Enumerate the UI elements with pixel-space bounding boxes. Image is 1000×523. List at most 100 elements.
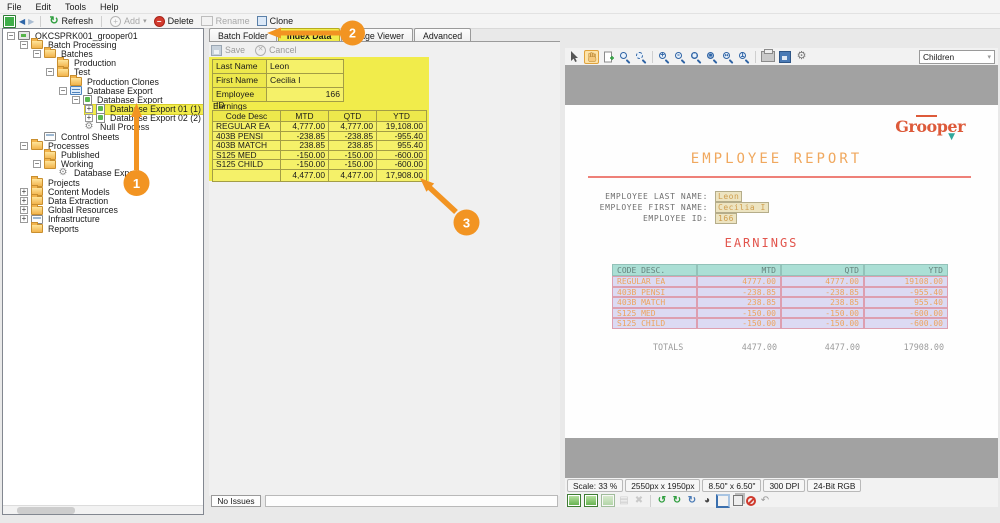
expander-icon[interactable]: [7, 31, 15, 40]
image-tool-button[interactable]: [584, 494, 598, 507]
zoom-selection-button[interactable]: □: [689, 50, 703, 64]
rotate-ccw-button[interactable]: ↺: [656, 495, 668, 506]
expander-icon[interactable]: [20, 196, 28, 205]
cell[interactable]: -600.00: [377, 150, 426, 161]
pointer-tool-button[interactable]: [567, 50, 582, 64]
horizontal-scrollbar[interactable]: [3, 505, 203, 514]
cell[interactable]: -150.00: [281, 160, 329, 170]
menu-help[interactable]: Help: [93, 2, 126, 12]
viewer-canvas[interactable]: Grooper ▼ EMPLOYEE REPORT EMPLOYEE LAST N…: [565, 65, 998, 478]
column-header[interactable]: Code Desc: [213, 111, 281, 122]
menu-tools[interactable]: Tools: [58, 2, 93, 12]
scrollbar-thumb[interactable]: [17, 507, 75, 514]
tab-index-data[interactable]: Index Data: [277, 28, 341, 42]
expander-icon[interactable]: [46, 68, 54, 77]
copy-page-button[interactable]: [733, 495, 743, 506]
expander-icon[interactable]: [20, 215, 28, 224]
clone-button[interactable]: Clone: [255, 14, 296, 26]
view-mode-select[interactable]: Children ▾: [919, 50, 995, 64]
zoom-page-button[interactable]: [618, 50, 632, 64]
tree-node-batch-processing[interactable]: Batch Processing: [5, 38, 203, 50]
tree-node-global-resources[interactable]: Global Resources: [5, 203, 203, 215]
tree-node-processes[interactable]: Processes: [5, 139, 203, 151]
image-tool-button[interactable]: [567, 494, 581, 507]
refresh-button[interactable]: ↻ Refresh: [47, 14, 95, 27]
expander-icon[interactable]: [20, 40, 28, 49]
menu-file[interactable]: File: [0, 2, 29, 12]
refresh-image-button[interactable]: ↻: [686, 495, 698, 506]
print-button[interactable]: [760, 49, 775, 64]
cell[interactable]: -238.85: [281, 131, 329, 142]
doc-cell: -150.00: [781, 307, 864, 319]
delete-button[interactable]: − Delete: [152, 15, 196, 27]
back-icon[interactable]: ◀: [19, 16, 25, 27]
first-name-field[interactable]: Cecilia I: [267, 74, 343, 88]
crop-button[interactable]: [716, 493, 730, 508]
refresh-icon: ↻: [49, 14, 59, 27]
app-icon[interactable]: [3, 14, 16, 28]
tab-advanced[interactable]: Advanced: [414, 28, 472, 42]
zoom-in-button[interactable]: +: [657, 50, 671, 64]
zoom-out-button[interactable]: -: [673, 50, 687, 64]
cell[interactable]: -600.00: [377, 160, 426, 170]
expander-icon[interactable]: [20, 206, 28, 215]
expander-icon[interactable]: [33, 49, 41, 58]
cell[interactable]: 4,777.00: [329, 122, 377, 132]
delete-page-button[interactable]: ✖: [633, 495, 645, 506]
tree-node-database-export-02[interactable]: Database Export 02 (2): [5, 113, 203, 124]
expander-icon[interactable]: [20, 187, 28, 196]
cell[interactable]: 955.40: [377, 141, 426, 151]
tree-node-reports[interactable]: Reports: [5, 222, 203, 234]
cell[interactable]: 238.85: [329, 141, 377, 151]
cell[interactable]: S125 CHILD: [213, 160, 281, 170]
expander-icon[interactable]: [72, 95, 80, 104]
forward-icon[interactable]: ▶: [28, 16, 34, 27]
cell[interactable]: S125 MED: [213, 150, 281, 161]
fit-width-button[interactable]: ↔: [721, 50, 735, 64]
despeckle-button[interactable]: ◕: [701, 495, 713, 506]
field-label: Employee ID: [213, 88, 267, 110]
fit-page-button[interactable]: ▣: [705, 50, 719, 64]
last-name-field[interactable]: Leon: [267, 60, 343, 74]
column-header[interactable]: QTD: [329, 111, 377, 122]
actual-size-button[interactable]: 1: [737, 50, 751, 64]
cell[interactable]: 403B MATCH: [213, 141, 281, 151]
cell[interactable]: -955.40: [377, 131, 426, 142]
cell[interactable]: -150.00: [281, 150, 329, 161]
rotate-cw-button[interactable]: ↻: [671, 495, 683, 506]
expander-icon[interactable]: [33, 160, 41, 169]
expander-icon[interactable]: [20, 141, 28, 150]
viewer-settings-button[interactable]: ⚙: [794, 50, 809, 64]
cell[interactable]: 4,777.00: [281, 122, 329, 132]
doc-cell: REGULAR EA: [612, 276, 697, 287]
cell[interactable]: 403B PENSI: [213, 131, 281, 142]
cell[interactable]: -238.85: [329, 131, 377, 142]
add-button[interactable]: + Add ▾: [108, 15, 149, 27]
save-button[interactable]: Save: [211, 44, 245, 56]
employee-id-field[interactable]: 166: [267, 88, 343, 102]
undo-button[interactable]: ↶: [759, 495, 771, 506]
remove-button[interactable]: [746, 495, 756, 506]
menu-edit[interactable]: Edit: [29, 2, 59, 12]
cancel-button[interactable]: ✕ Cancel: [255, 44, 296, 56]
tab-image-viewer[interactable]: Image Viewer: [341, 28, 413, 42]
cell[interactable]: 19,108.00: [377, 122, 426, 132]
expander-icon[interactable]: [59, 86, 67, 95]
column-header[interactable]: YTD: [377, 111, 426, 122]
cell[interactable]: -150.00: [329, 160, 377, 170]
cell[interactable]: REGULAR EA: [213, 122, 281, 132]
zoom-preview-button[interactable]: [634, 50, 648, 64]
tab-batch-folder[interactable]: Batch Folder: [209, 28, 277, 42]
tree-node-production[interactable]: Production: [5, 56, 203, 68]
new-page-button[interactable]: [601, 50, 616, 64]
expander-icon[interactable]: [85, 105, 93, 114]
image-tool-button[interactable]: [601, 494, 615, 507]
rename-button[interactable]: Rename: [199, 16, 252, 26]
disabled-tool-button[interactable]: ▤: [618, 495, 630, 506]
save-image-button[interactable]: [777, 50, 792, 64]
column-header[interactable]: MTD: [281, 111, 329, 122]
pan-tool-button[interactable]: [584, 49, 599, 64]
cell[interactable]: 238.85: [281, 141, 329, 151]
cell[interactable]: -150.00: [329, 150, 377, 161]
